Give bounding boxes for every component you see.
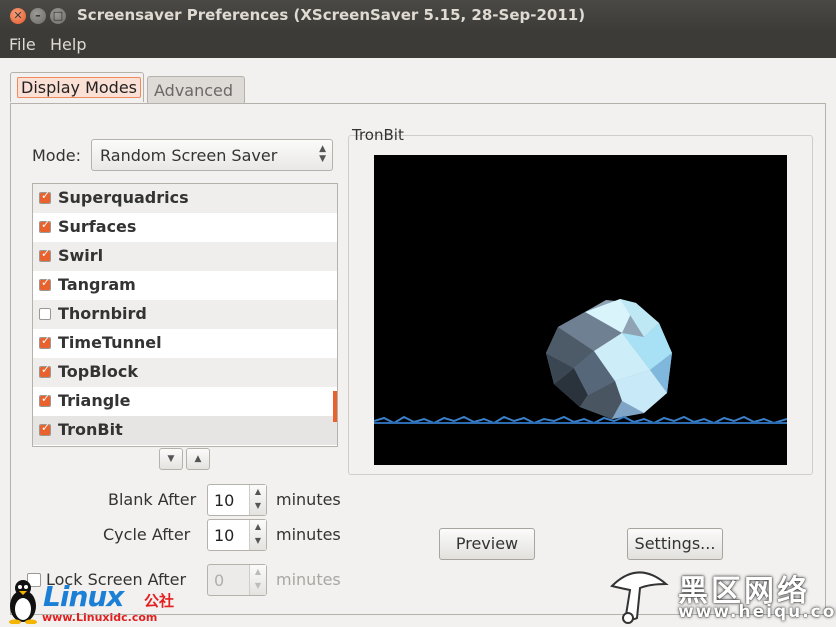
spinner-arrows-icon[interactable]: ▲ ▼ [249,520,266,550]
lock-after-value: 0 [214,571,225,590]
heiqu-site-text: www.heiqu.com [678,602,836,622]
list-item-label: TronBit [58,420,123,439]
close-window-button[interactable]: ✕ [10,8,26,24]
enable-checkbox[interactable] [39,218,51,233]
list-item-label: Superquadrics [58,188,189,207]
combo-arrows-icon: ▲ ▼ [319,144,326,164]
window-titlebar: ✕ – □ Screensaver Preferences (XScreenSa… [0,0,836,32]
list-item[interactable]: Tangram [33,271,337,300]
linuxidc-url: www.Linuxidc.com [42,611,158,624]
enable-checkbox[interactable] [39,308,51,320]
menubar: File Help [0,32,836,58]
enable-checkbox[interactable] [39,334,51,349]
tronbit-render [373,299,788,425]
blank-after-unit: minutes [276,490,341,509]
blank-after-value: 10 [214,491,235,510]
list-item-label: Swirl [58,246,104,265]
tab-advanced[interactable]: Advanced [147,76,245,103]
menu-help[interactable]: Help [50,35,86,54]
list-scrollbar-thumb[interactable] [333,391,337,422]
enable-checkbox[interactable] [39,421,51,436]
screensaver-list[interactable]: Superquadrics Surfaces Swirl Tangram Tho… [32,183,338,447]
preview-button[interactable]: Preview [439,528,535,560]
menu-file[interactable]: File [9,35,36,54]
list-item-label: Tangram [58,275,136,294]
cycle-after-value: 10 [214,526,235,545]
screensaver-preview [373,155,788,465]
list-item[interactable]: TimeTunnel [33,329,337,358]
enable-checkbox[interactable] [39,276,51,291]
enable-checkbox[interactable] [39,392,51,407]
heiqu-mushroom-icon [610,571,669,624]
maximize-window-button[interactable]: □ [50,8,66,24]
heiqu-watermark: 黑区网络 www.heiqu.com [600,560,836,627]
list-item[interactable]: Surfaces [33,213,337,242]
spinner-arrows-icon: ▲ ▼ [249,565,266,595]
mode-select[interactable]: Random Screen Saver ▲ ▼ [91,139,333,171]
linuxidc-watermark: Linux 公社 www.Linuxidc.com [5,578,185,626]
list-item-label: Surfaces [58,217,137,236]
spinner-arrows-icon[interactable]: ▲ ▼ [249,485,266,515]
move-up-button[interactable]: ▲ [186,448,210,470]
list-item[interactable]: Swirl [33,242,337,271]
mode-label: Mode: [32,146,81,165]
linuxidc-logo-text: Linux [43,580,124,613]
list-item-selected[interactable]: TronBit [33,416,337,445]
settings-button[interactable]: Settings... [627,528,723,560]
move-down-button[interactable]: ▼ [159,448,183,470]
blank-after-spinner[interactable]: 10 ▲ ▼ [207,484,267,516]
list-item[interactable]: Superquadrics [33,184,337,213]
preview-frame-label: TronBit [352,126,404,144]
lock-after-unit: minutes [276,570,341,589]
list-item[interactable]: Thornbird [33,300,337,329]
window-title: Screensaver Preferences (XScreenSaver 5.… [77,6,586,24]
cycle-after-label: Cycle After [103,525,191,544]
list-item-label: TopBlock [58,362,139,381]
tab-display-modes[interactable]: Display Modes [10,72,144,102]
list-item[interactable]: Triangle [33,387,337,416]
list-item[interactable]: TopBlock [33,358,337,387]
list-item-label: TimeTunnel [58,333,162,352]
enable-checkbox[interactable] [39,247,51,262]
tux-penguin-icon [9,580,37,624]
lock-after-spinner[interactable]: 0 ▲ ▼ [207,564,267,596]
minimize-window-button[interactable]: – [30,8,46,24]
enable-checkbox[interactable] [39,363,51,378]
blank-after-label: Blank After [108,490,197,509]
list-item-label: Triangle [58,391,131,410]
mode-select-value: Random Screen Saver [100,146,278,165]
enable-checkbox[interactable] [39,189,51,204]
cycle-after-spinner[interactable]: 10 ▲ ▼ [207,519,267,551]
linuxidc-logo-suffix: 公社 [144,592,175,610]
list-item-label: Thornbird [58,304,147,323]
cycle-after-unit: minutes [276,525,341,544]
